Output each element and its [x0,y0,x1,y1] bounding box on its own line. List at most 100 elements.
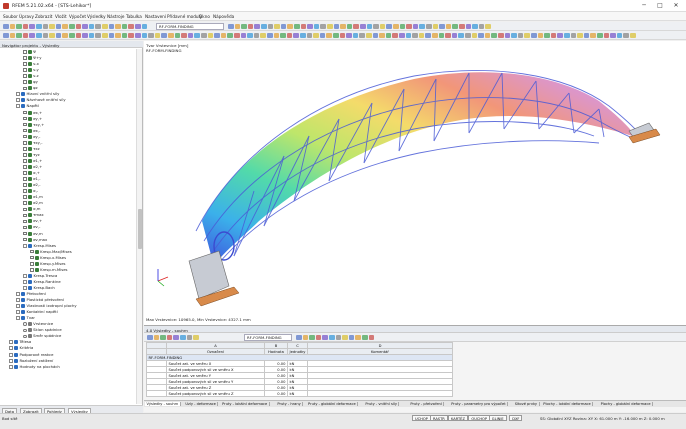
toolbar-tool-icon[interactable] [121,23,128,29]
toolbar-tool-icon[interactable] [201,32,207,38]
toolbar-tool-icon[interactable] [22,23,29,29]
toolbar-tool-icon[interactable] [227,32,233,38]
toolbar-tool-icon[interactable] [166,334,173,340]
toolbar-tool-icon[interactable] [333,32,339,38]
toolbar-tool-icon[interactable] [29,32,35,38]
checkbox[interactable] [23,153,27,157]
toolbar-tool-icon[interactable] [458,32,464,38]
menu-pridavne-moduly[interactable]: Přídavné moduly [167,14,202,19]
toolbar-tool-icon[interactable] [452,23,458,29]
checkbox[interactable] [30,249,34,254]
toolbar-tool-icon[interactable] [115,23,121,29]
toolbar-tool-icon[interactable] [16,23,22,29]
toolbar-tool-icon[interactable] [623,32,629,38]
status-toggle-button[interactable]: GLINIE [488,415,507,421]
toolbar-tool-icon[interactable] [214,32,220,38]
toolbar-tool-icon[interactable] [82,32,88,38]
toolbar-tool-icon[interactable] [234,32,240,38]
checkbox[interactable] [23,231,27,236]
toolbar-tool-icon[interactable] [340,23,346,29]
checkbox[interactable] [23,140,27,145]
toolbar-tool-icon[interactable] [42,23,49,29]
toolbar-tool-icon[interactable] [22,32,29,38]
toolbar-tool-icon[interactable] [69,23,75,29]
toolbar-tool-icon[interactable] [108,23,115,29]
toolbar-tool-icon[interactable] [368,334,375,340]
status-toggle-button[interactable]: DXF [509,415,523,421]
toolbar-tool-icon[interactable] [570,32,577,38]
checkbox[interactable] [23,80,27,85]
toolbar-tool-icon[interactable] [9,23,16,29]
toolbar-tool-icon[interactable] [160,334,166,340]
expand-toggle-icon[interactable] [23,285,27,290]
expand-toggle-icon[interactable] [16,310,20,315]
toolbar-tool-icon[interactable] [353,23,359,29]
status-toggle-button[interactable]: OUCHOP [468,415,491,421]
toolbar-tool-icon[interactable] [465,23,472,29]
menu-nastaveni[interactable]: Nastavení [145,14,166,19]
expand-toggle-icon[interactable] [9,364,13,369]
toolbar-tool-icon[interactable] [147,334,153,340]
toolbar-tool-icon[interactable] [537,32,544,38]
results-tab[interactable]: Pruty - přetvoření [409,402,445,406]
expand-toggle-icon[interactable] [9,346,13,351]
toolbar-tool-icon[interactable] [362,334,368,340]
toolbar-tool-icon[interactable] [247,23,254,29]
toolbar-tool-icon[interactable] [186,334,193,340]
toolbar-tool-icon[interactable] [261,23,267,29]
navigator-scrollbar[interactable] [136,49,142,404]
toolbar-tool-icon[interactable] [419,23,425,29]
navigator-item[interactable]: Hodnoty na plochách [9,364,60,370]
toolbar-tool-icon[interactable] [319,32,326,38]
toolbar-tool-icon[interactable] [36,23,42,29]
menu-tabulka[interactable]: Tabulka [126,14,142,19]
toolbar-tool-icon[interactable] [148,32,154,38]
toolbar-tool-icon[interactable] [135,23,141,29]
toolbar-tool-icon[interactable] [326,32,332,38]
toolbar-tool-icon[interactable] [75,32,82,38]
checkbox[interactable] [23,50,27,54]
checkbox[interactable] [23,225,27,230]
toolbar-tool-icon[interactable] [108,32,115,38]
toolbar-tool-icon[interactable] [153,334,160,340]
results-tab[interactable]: Uzly - deformace [184,402,219,406]
toolbar-tool-icon[interactable] [161,32,167,38]
checkbox[interactable] [23,122,27,127]
results-tab[interactable]: Pruty - vnitřní síly [364,402,400,406]
toolbar-tool-icon[interactable] [267,32,273,38]
results-tab[interactable]: Sítové prvky [513,402,540,406]
checkbox[interactable] [23,201,27,206]
toolbar-tool-icon[interactable] [180,334,186,340]
toolbar-tool-icon[interactable] [333,23,340,29]
toolbar-tool-icon[interactable] [141,32,148,38]
toolbar-tool-icon[interactable] [472,23,478,29]
toolbar-tool-icon[interactable] [313,32,319,38]
toolbar-tool-icon[interactable] [379,32,385,38]
expand-toggle-icon[interactable] [9,352,13,357]
toolbar-tool-icon[interactable] [102,32,108,38]
toolbar-tool-icon[interactable] [95,23,101,29]
toolbar-tool-icon[interactable] [329,334,335,340]
toolbar-tool-icon[interactable] [9,32,16,38]
radio-button[interactable] [23,334,27,339]
toolbar-tool-icon[interactable] [373,23,379,29]
toolbar-tool-icon[interactable] [300,32,306,38]
toolbar-tool-icon[interactable] [346,32,352,38]
toolbar-tool-icon[interactable] [445,23,452,29]
toolbar-tool-icon[interactable] [451,32,458,38]
expand-toggle-icon[interactable] [16,92,20,97]
checkbox[interactable] [30,255,34,260]
menu-nastroje[interactable]: Nástroje [107,14,124,19]
toolbar-tool-icon[interactable] [29,23,35,29]
toolbar-tool-icon[interactable] [228,23,234,29]
toolbar-tool-icon[interactable] [597,32,603,38]
checkbox[interactable] [23,56,27,60]
toolbar-tool-icon[interactable] [393,23,399,29]
menu-napoveda[interactable]: Nápověda [213,14,234,19]
toolbar-tool-icon[interactable] [3,32,9,38]
toolbar-tool-icon[interactable] [82,23,88,29]
menu-vypocet[interactable]: Výpočet [69,14,86,19]
toolbar-tool-icon[interactable] [267,23,274,29]
toolbar-tool-icon[interactable] [42,32,49,38]
toolbar-tool-icon[interactable] [75,23,82,29]
